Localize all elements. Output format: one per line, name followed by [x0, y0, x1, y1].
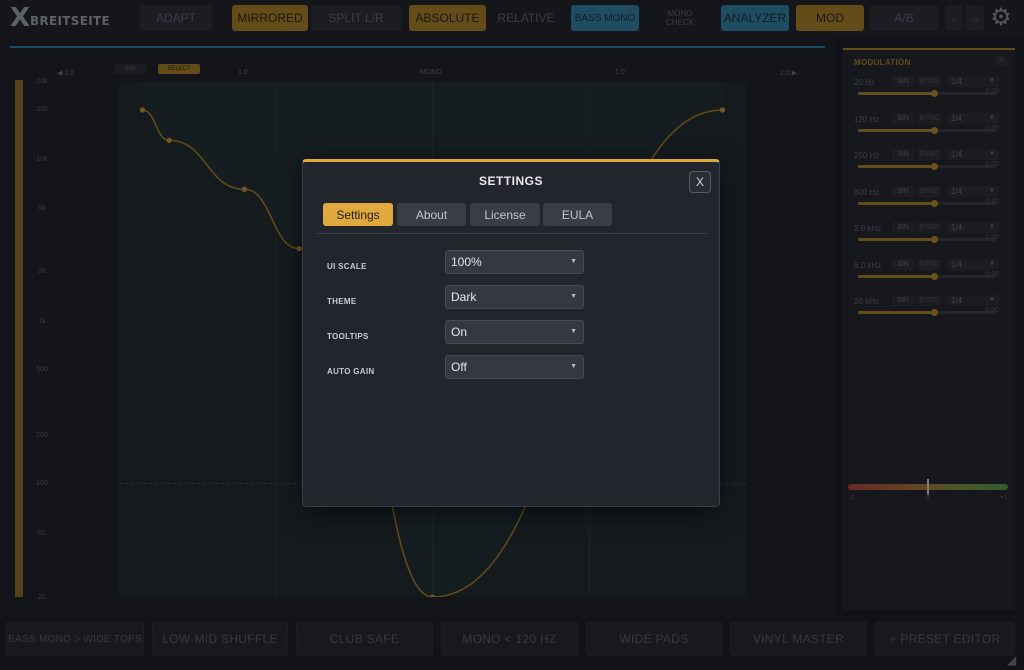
settings-dialog: SETTINGS X Settings About License EULA U… [302, 159, 720, 507]
tab-license[interactable]: License [470, 203, 540, 226]
chevron-down-icon: ▼ [570, 258, 577, 265]
auto-gain-select[interactable]: Off ▼ [445, 355, 584, 379]
settings-close-button[interactable]: X [689, 171, 711, 193]
ui-scale-value: 100% [451, 255, 482, 269]
chevron-down-icon: ▼ [570, 363, 577, 370]
theme-select[interactable]: Dark ▼ [445, 285, 584, 309]
tab-eula[interactable]: EULA [543, 203, 612, 226]
chevron-down-icon: ▼ [570, 293, 577, 300]
theme-value: Dark [451, 290, 477, 304]
chevron-down-icon: ▼ [570, 328, 577, 335]
tab-about[interactable]: About [397, 203, 466, 226]
tab-divider [317, 233, 707, 234]
settings-title: SETTINGS [478, 174, 543, 188]
tooltips-label: TOOLTIPS [327, 332, 369, 341]
tooltips-value: On [451, 325, 468, 339]
ui-scale-label: UI SCALE [327, 262, 367, 271]
auto-gain-value: Off [451, 360, 467, 374]
auto-gain-label: AUTO GAIN [327, 367, 375, 376]
tab-settings[interactable]: Settings [323, 203, 393, 226]
ui-scale-select[interactable]: 100% ▼ [445, 250, 584, 274]
theme-label: THEME [327, 297, 357, 306]
tooltips-select[interactable]: On ▼ [445, 320, 584, 344]
